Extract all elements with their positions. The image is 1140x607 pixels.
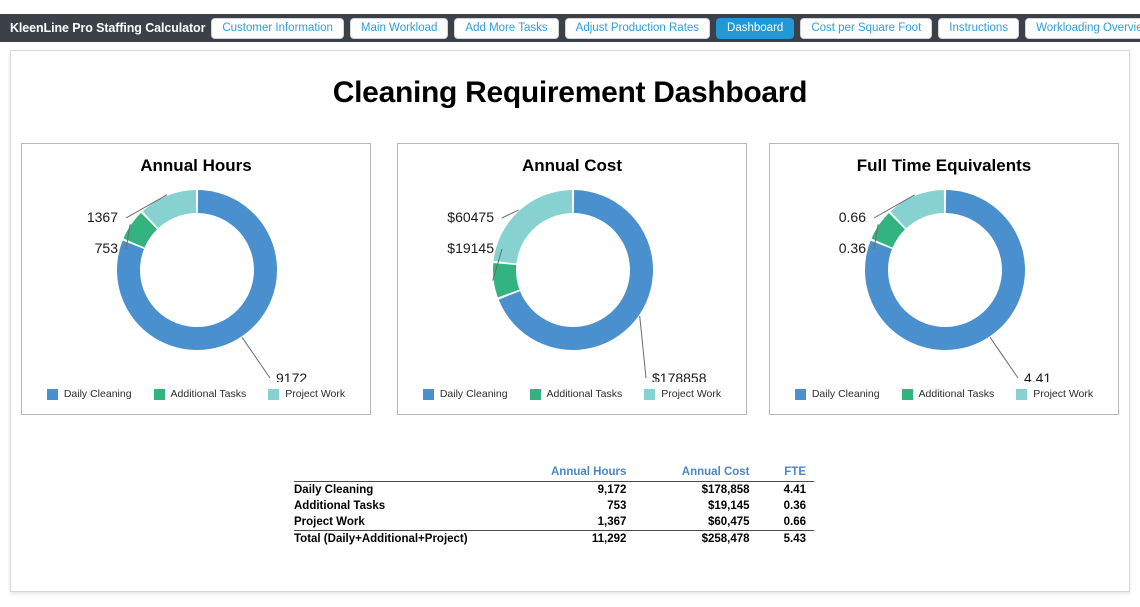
legend-label: Additional Tasks [171,388,247,400]
summary-table-body: Daily Cleaning9,172$178,8584.41Additiona… [294,482,814,548]
top-toolbar: KleenLine Pro Staffing Calculator Custom… [0,14,1140,42]
tab-add-more-tasks[interactable]: Add More Tasks [454,18,558,39]
slice-value-label: $19145 [447,240,494,256]
tab-cost-per-square-foot[interactable]: Cost per Square Foot [800,18,932,39]
cell-fte: 4.41 [758,482,814,499]
legend-label: Project Work [285,388,345,400]
cell-cost: $178,858 [634,482,757,499]
legend-swatch-icon [795,389,806,400]
total-cell-label: Total (Daily+Additional+Project) [294,531,500,548]
cell-hours: 9,172 [500,482,634,499]
tab-main-workload[interactable]: Main Workload [350,18,449,39]
legend-item: Project Work [644,388,721,400]
column-header-annual-cost: Annual Cost [634,466,757,482]
legend-swatch-icon [268,389,279,400]
table-row: Project Work1,367$60,4750.66 [294,514,814,531]
summary-table: Annual Hours Annual Cost FTE Daily Clean… [294,466,814,547]
slice-value-label: 4.41 [1024,370,1051,382]
donut-slice [890,190,944,228]
cell-cost: $60,475 [634,514,757,531]
chart-legend: Daily Cleaning Additional Tasks Project Wo… [770,388,1118,400]
legend-item: Additional Tasks [902,388,995,400]
column-header-blank [294,466,500,482]
legend-swatch-icon [1016,389,1027,400]
cell-fte: 0.36 [758,498,814,514]
column-header-fte: FTE [758,466,814,482]
legend-swatch-icon [423,389,434,400]
slice-value-label: 0.66 [839,209,866,225]
cell-hours: 753 [500,498,634,514]
legend-item: Daily Cleaning [795,388,880,400]
legend-label: Additional Tasks [547,388,623,400]
cell-cost: $19,145 [634,498,757,514]
slice-value-label: 753 [95,240,119,256]
legend-label: Project Work [1033,388,1093,400]
legend-swatch-icon [47,389,58,400]
cell-label: Project Work [294,514,500,531]
legend-item: Project Work [1016,388,1093,400]
donut-slice [494,190,573,263]
cell-hours: 1,367 [500,514,634,531]
app-window: KleenLine Pro Staffing Calculator Custom… [0,0,1140,607]
donut-svg: 4.41 0.36 0.66 [770,170,1120,382]
table-header-row: Annual Hours Annual Cost FTE [294,466,814,482]
leader-line [640,316,646,378]
chart-card-full-time-equivalents: Full Time Equivalents 4.410.360.66 Daily… [769,143,1119,415]
chart-legend: Daily Cleaning Additional Tasks Project Wo… [398,388,746,400]
leader-line [990,337,1018,378]
legend-label: Project Work [661,388,721,400]
total-cell-fte: 5.43 [758,531,814,548]
table-row: Additional Tasks753$19,1450.36 [294,498,814,514]
donut-slice [493,263,519,297]
slice-value-label: 0.36 [839,240,866,256]
legend-swatch-icon [902,389,913,400]
table-total-row: Total (Daily+Additional+Project)11,292$2… [294,531,814,548]
legend-label: Daily Cleaning [812,388,880,400]
legend-item: Additional Tasks [530,388,623,400]
legend-item: Daily Cleaning [47,388,132,400]
cell-fte: 0.66 [758,514,814,531]
total-cell-hours: 11,292 [500,531,634,548]
app-title: KleenLine Pro Staffing Calculator [10,21,205,35]
legend-item: Additional Tasks [154,388,247,400]
slice-value-label: $60475 [447,209,494,225]
tab-dashboard[interactable]: Dashboard [716,18,794,39]
page-title: Cleaning Requirement Dashboard [11,76,1129,110]
tab-workloading-overview[interactable]: Workloading Overview [1025,18,1140,39]
tab-instructions[interactable]: Instructions [938,18,1019,39]
leader-line [242,337,270,378]
legend-label: Additional Tasks [919,388,995,400]
content-panel: Cleaning Requirement Dashboard Annual Ho… [10,50,1130,592]
slice-value-label: $178858 [652,370,707,382]
legend-label: Daily Cleaning [440,388,508,400]
tab-strip: Customer Information Main WorkloadAdd Mor… [211,18,1140,39]
chart-card-annual-cost: Annual Cost $178858$19145$60475 Daily Cl… [397,143,747,415]
legend-label: Daily Cleaning [64,388,132,400]
total-cell-cost: $258,478 [634,531,757,548]
chart-card-annual-hours: Annual Hours 91727531367 Daily CleaningA… [21,143,371,415]
donut-svg: $178858 $19145 $60475 [398,170,748,382]
legend-swatch-icon [644,389,655,400]
legend-item: Daily Cleaning [423,388,508,400]
chart-legend: Daily Cleaning Additional Tasks Project Wo… [22,388,370,400]
tab-adjust-production-rates[interactable]: Adjust Production Rates [565,18,710,39]
cell-label: Additional Tasks [294,498,500,514]
donut-svg: 9172 753 1367 [22,170,372,382]
table-row: Daily Cleaning9,172$178,8584.41 [294,482,814,499]
legend-item: Project Work [268,388,345,400]
cell-label: Daily Cleaning [294,482,500,499]
column-header-annual-hours: Annual Hours [500,466,634,482]
slice-value-label: 1367 [87,209,118,225]
donut-slice [143,190,197,228]
slice-value-label: 9172 [276,370,307,382]
legend-swatch-icon [530,389,541,400]
summary-table-head: Annual Hours Annual Cost FTE [294,466,814,482]
tab-customer-information[interactable]: Customer Information [211,18,344,39]
legend-swatch-icon [154,389,165,400]
summary-table-container: Annual Hours Annual Cost FTE Daily Clean… [294,466,814,547]
